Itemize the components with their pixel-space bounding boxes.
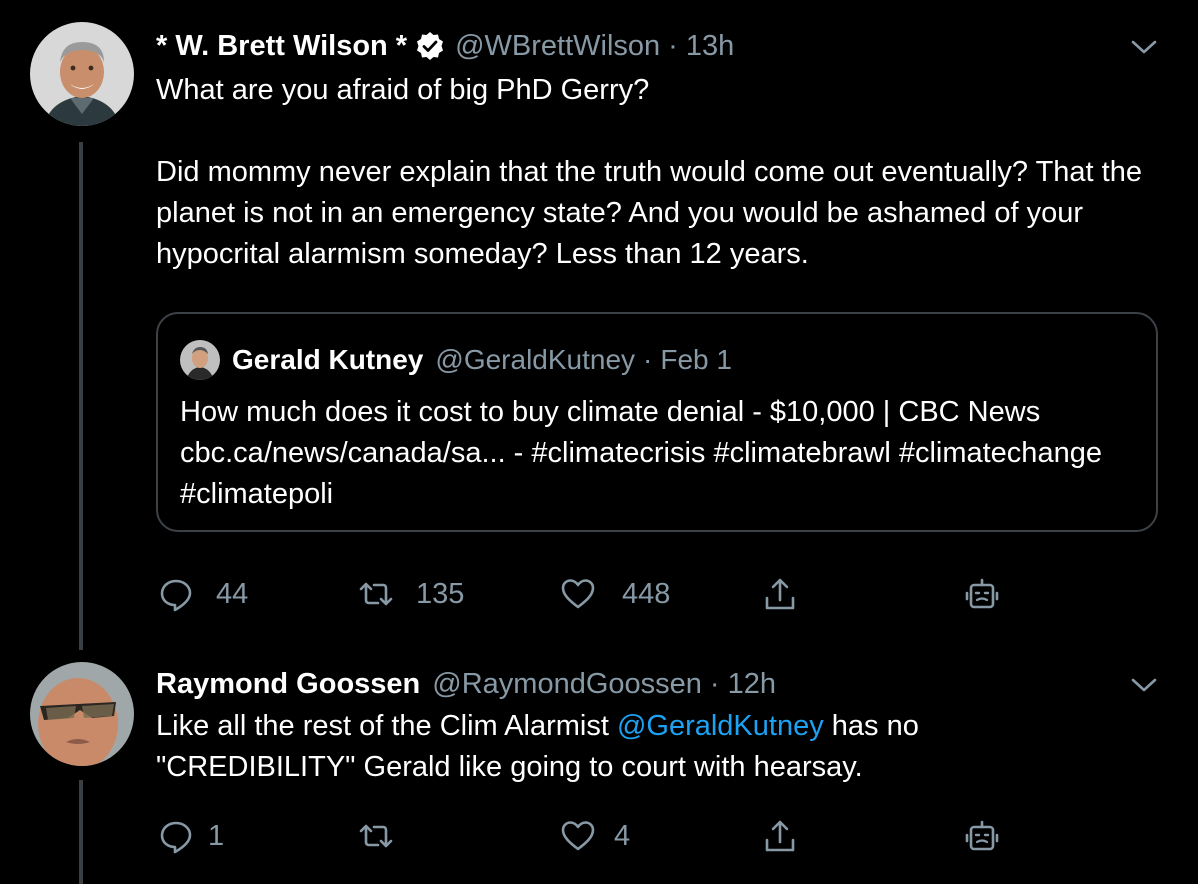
reply-icon — [160, 579, 192, 612]
like-count: 4 — [614, 819, 631, 852]
quoted-tweet-header: Gerald Kutney @GeraldKutney · Feb 1 — [180, 340, 732, 380]
quoted-display-name[interactable]: Gerald Kutney — [232, 343, 423, 377]
quoted-tweet-text: How much does it cost to buy climate den… — [180, 396, 1102, 510]
like-button[interactable]: 448 — [560, 572, 670, 616]
chevron-down-icon[interactable] — [1131, 676, 1157, 694]
retweet-icon — [359, 582, 393, 606]
tweet-raymondgoossen[interactable]: Raymond Goossen @RaymondGoossen · 12h Li… — [0, 650, 1198, 884]
reply-count: 1 — [208, 819, 225, 852]
tweet-actions: 44 135 448 — [156, 572, 1016, 616]
avatar-raymondgoossen[interactable] — [30, 662, 134, 766]
share-icon — [765, 820, 795, 852]
reply-button[interactable]: 1 — [158, 814, 224, 858]
tweet-actions: 1 4 — [156, 814, 1016, 858]
timestamp[interactable]: 12h — [728, 666, 776, 702]
retweet-icon — [359, 824, 393, 848]
handle[interactable]: @WBrettWilson — [455, 28, 660, 64]
tweet-wbrettwilson[interactable]: * W. Brett Wilson * @WBrettWilson · 13h … — [0, 0, 1198, 650]
handle[interactable]: @RaymondGoossen — [432, 666, 702, 702]
tweet-header: Raymond Goossen @RaymondGoossen · 12h — [156, 666, 776, 702]
display-name[interactable]: * W. Brett Wilson * — [156, 28, 407, 64]
avatar-wbrettwilson[interactable] — [30, 22, 134, 126]
robot-icon — [965, 820, 999, 851]
share-icon — [765, 578, 795, 610]
tweet-text-start: Like all the rest of the Clim Alarmist — [156, 710, 617, 742]
retweet-count: 135 — [416, 577, 465, 610]
avatar-geraldkutney — [180, 340, 220, 380]
separator-dot: · — [709, 668, 720, 700]
reply-icon — [160, 821, 192, 854]
heart-icon — [561, 579, 595, 609]
display-name[interactable]: Raymond Goossen — [156, 666, 420, 702]
mention-link[interactable]: @GeraldKutney — [617, 710, 824, 742]
share-button[interactable] — [762, 814, 798, 858]
reply-count: 44 — [216, 577, 249, 610]
separator-dot: · — [643, 344, 653, 375]
retweet-button[interactable]: 135 — [358, 572, 464, 616]
bot-button[interactable] — [964, 572, 1000, 616]
tweet-text: Like all the rest of the Clim Alarmist @… — [156, 706, 996, 788]
quoted-handle[interactable]: @GeraldKutney — [435, 343, 635, 377]
reply-button[interactable]: 44 — [158, 572, 248, 616]
like-button[interactable]: 4 — [560, 814, 630, 858]
retweet-button[interactable] — [358, 814, 416, 858]
heart-icon — [561, 821, 595, 851]
quoted-tweet[interactable]: Gerald Kutney @GeraldKutney · Feb 1 How … — [156, 312, 1158, 532]
chevron-down-icon[interactable] — [1131, 38, 1157, 56]
quoted-date[interactable]: Feb 1 — [660, 343, 732, 377]
tweet-header: * W. Brett Wilson * @WBrettWilson · 13h — [156, 28, 734, 64]
robot-icon — [965, 578, 999, 609]
tweet-text: What are you afraid of big PhD Gerry? Di… — [156, 74, 1142, 270]
like-count: 448 — [622, 577, 671, 610]
share-button[interactable] — [762, 572, 798, 616]
bot-button[interactable] — [964, 814, 1000, 858]
verified-badge-icon — [415, 31, 445, 61]
timestamp[interactable]: 13h — [686, 28, 734, 64]
separator-dot: · — [668, 30, 678, 62]
